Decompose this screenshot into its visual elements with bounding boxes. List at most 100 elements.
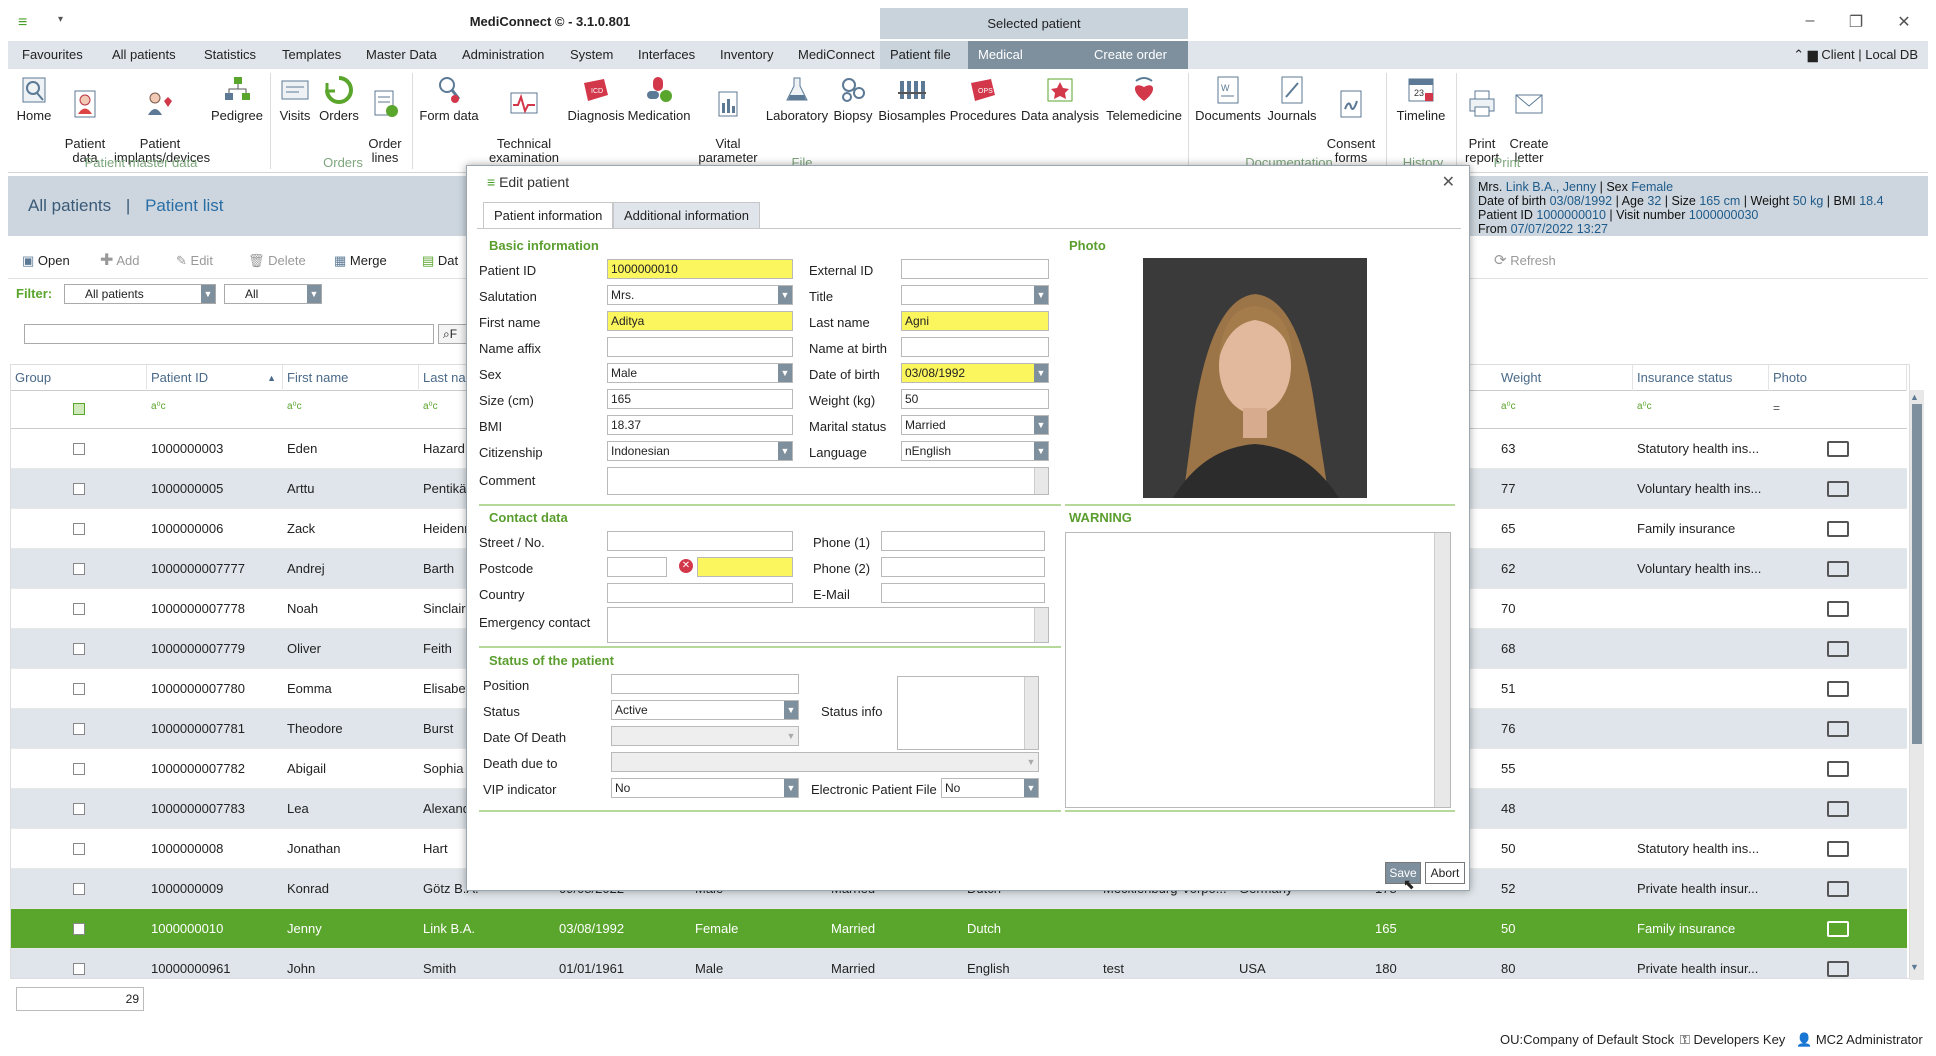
first-name-field[interactable]: Aditya	[607, 311, 793, 331]
citizenship-select[interactable]: Indonesian ▼	[607, 441, 793, 461]
refresh-button[interactable]: ⟳ Refresh	[1494, 250, 1556, 272]
filter-photo[interactable]: =	[1773, 401, 1780, 415]
epf-select[interactable]: No ▼	[941, 778, 1039, 798]
image-icon[interactable]	[1827, 521, 1849, 537]
image-icon[interactable]	[1827, 641, 1849, 657]
breadcrumb-root[interactable]: All patients	[28, 196, 111, 215]
status-info-scrollbar[interactable]	[1024, 677, 1038, 749]
tab-patient-information[interactable]: Patient information	[483, 202, 614, 228]
street-field[interactable]	[607, 531, 793, 551]
menu-interfaces[interactable]: Interfaces	[628, 41, 705, 69]
edit-button[interactable]: ✎ Edit	[176, 250, 213, 272]
ribbon-procedures[interactable]: OPS Procedures	[948, 75, 1018, 155]
name-at-birth-field[interactable]	[901, 337, 1049, 357]
country-field[interactable]	[607, 583, 793, 603]
row-checkbox[interactable]	[73, 563, 85, 575]
col-insurance-status[interactable]: Insurance status	[1633, 365, 1769, 391]
comment-field[interactable]	[607, 467, 1049, 495]
row-checkbox[interactable]	[73, 883, 85, 895]
dob-field[interactable]: 03/08/1992 ▼	[901, 363, 1049, 383]
city-field[interactable]	[697, 557, 793, 577]
scroll-up-icon[interactable]: ▲	[1910, 392, 1919, 402]
external-id-field[interactable]	[901, 259, 1049, 279]
find-button[interactable]: ⌕F	[438, 324, 468, 344]
image-icon[interactable]	[1827, 841, 1849, 857]
open-button[interactable]: ▣ Open	[22, 250, 70, 272]
ribbon-data-analysis[interactable]: Data analysis	[1018, 75, 1102, 155]
menu-medical-software[interactable]: Medical software	[968, 41, 1084, 90]
ribbon-pedigree[interactable]: Pedigree	[208, 75, 266, 155]
filter-last-name[interactable]: a⁰c	[423, 401, 438, 412]
image-icon[interactable]	[1827, 921, 1849, 937]
menu-administration[interactable]: Administration	[452, 41, 554, 69]
status-info-field[interactable]	[897, 676, 1039, 750]
ribbon-biopsy[interactable]: Biopsy	[830, 75, 876, 155]
grid-scrollbar-thumb[interactable]	[1912, 404, 1922, 744]
abort-button[interactable]: Abort	[1425, 862, 1465, 884]
row-checkbox[interactable]	[73, 763, 85, 775]
postcode-field[interactable]	[607, 557, 667, 577]
ribbon-order-lines[interactable]: Order lines	[362, 75, 408, 165]
ribbon-telemedicine[interactable]: Telemedicine	[1102, 75, 1186, 155]
row-checkbox[interactable]	[73, 843, 85, 855]
menu-statistics[interactable]: Statistics	[194, 41, 266, 69]
filter-patient-id[interactable]: a⁰c	[151, 401, 166, 412]
col-patient-id[interactable]: Patient ID ▲	[147, 365, 283, 391]
menu-master-data[interactable]: Master Data	[356, 41, 447, 69]
row-checkbox[interactable]	[73, 643, 85, 655]
row-checkbox[interactable]	[73, 523, 85, 535]
menu-templates[interactable]: Templates	[272, 41, 351, 69]
data-button[interactable]: ▤ Dat	[422, 250, 458, 272]
row-checkbox[interactable]	[73, 443, 85, 455]
filter-status-select[interactable]: All ▼	[224, 284, 322, 304]
row-checkbox[interactable]	[73, 483, 85, 495]
ribbon-timeline[interactable]: 23 Timeline	[1390, 75, 1452, 155]
col-group[interactable]: Group	[11, 365, 147, 391]
ribbon-vital-parameter[interactable]: Vital parameter	[692, 75, 764, 165]
menu-favourites[interactable]: Favourites	[12, 41, 93, 69]
image-icon[interactable]	[1827, 761, 1849, 777]
ribbon-patient-implants[interactable]: Patient implants/devices	[114, 75, 210, 165]
size-field[interactable]: 165	[607, 389, 793, 409]
row-checkbox[interactable]	[73, 963, 85, 975]
add-button[interactable]: ✚ Add	[100, 250, 139, 272]
name-affix-field[interactable]	[607, 337, 793, 357]
ribbon-print-report[interactable]: Print report	[1460, 75, 1504, 165]
ribbon-patient-data[interactable]: Patient data	[56, 75, 114, 165]
scroll-down-icon[interactable]: ▼	[1910, 962, 1919, 972]
ribbon-documents[interactable]: W Documents	[1192, 75, 1264, 155]
marital-select[interactable]: Married ▼	[901, 415, 1049, 435]
table-row[interactable]: 1000000010 Jenny Link B.A. 03/08/1992 Female…	[11, 909, 1907, 949]
image-icon[interactable]	[1827, 441, 1849, 457]
col-weight[interactable]: Weight	[1497, 365, 1633, 391]
ribbon-technical-examination[interactable]: Technical examination	[482, 75, 566, 165]
filter-first-name[interactable]: a⁰c	[287, 401, 302, 412]
email-field[interactable]	[881, 583, 1045, 603]
delete-button[interactable]: 🗑 Delete	[248, 250, 306, 272]
menu-system[interactable]: System	[560, 41, 623, 69]
restore-icon[interactable]: ❐	[1844, 12, 1868, 34]
tab-additional-information[interactable]: Additional information	[613, 202, 761, 228]
image-icon[interactable]	[1827, 481, 1849, 497]
vip-select[interactable]: No ▼	[611, 778, 799, 798]
minimize-icon[interactable]: –	[1798, 12, 1822, 34]
death-due-field[interactable]: ▼	[611, 752, 1039, 772]
bmi-field[interactable]: 18.37	[607, 415, 793, 435]
image-icon[interactable]	[1827, 601, 1849, 617]
menu-inventory[interactable]: Inventory	[710, 41, 783, 69]
language-select[interactable]: nEnglish ▼	[901, 441, 1049, 461]
menu-patient-file[interactable]: Patient file	[880, 41, 968, 69]
ribbon-journals[interactable]: Journals	[1264, 75, 1320, 155]
salutation-select[interactable]: Mrs. ▼	[607, 285, 793, 305]
menu-all-patients[interactable]: All patients	[102, 41, 186, 69]
table-row[interactable]: 10000000961 John Smith 01/01/1961 Male Marrie…	[11, 949, 1907, 978]
row-checkbox[interactable]	[73, 723, 85, 735]
ribbon-visits[interactable]: Visits	[274, 75, 316, 155]
image-icon[interactable]	[1827, 561, 1849, 577]
emergency-scrollbar[interactable]	[1034, 608, 1048, 642]
ribbon-medication[interactable]: Medication	[626, 75, 692, 155]
status-select[interactable]: Active ▼	[611, 700, 799, 720]
col-first-name[interactable]: First name	[283, 365, 419, 391]
menu-create-order[interactable]: Create order	[1084, 41, 1188, 69]
row-checkbox[interactable]	[73, 803, 85, 815]
